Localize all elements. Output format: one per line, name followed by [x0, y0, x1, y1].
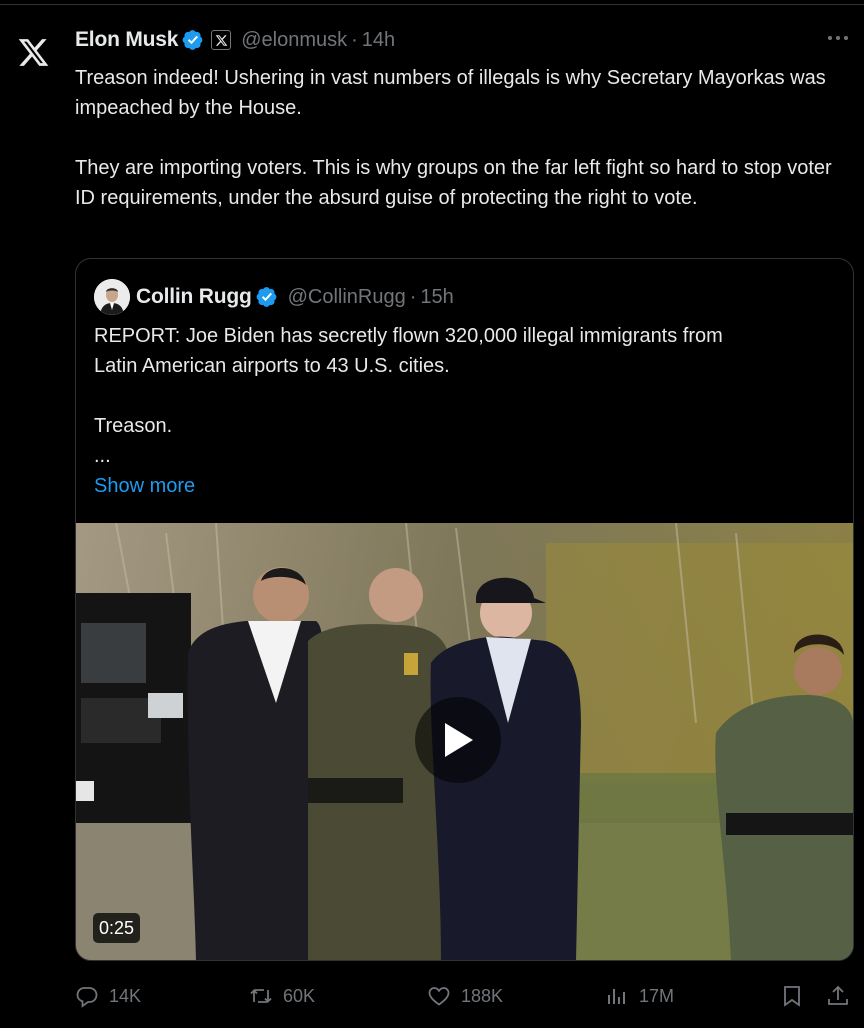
- reply-icon: [76, 987, 98, 1008]
- quote-text: REPORT: Joe Biden has secretly flown 320…: [94, 321, 834, 501]
- like-icon: [428, 987, 450, 1006]
- play-button[interactable]: [415, 697, 501, 783]
- play-icon: [445, 723, 473, 757]
- quote-author-name[interactable]: Collin Rugg: [136, 285, 252, 309]
- top-divider: [0, 4, 864, 5]
- share-icon: [828, 985, 848, 1005]
- like-button[interactable]: 188K: [427, 980, 503, 1012]
- repost-icon: [250, 989, 272, 1003]
- quote-line: Latin American airports to 43 U.S. citie…: [94, 355, 450, 377]
- reply-button[interactable]: 14K: [75, 980, 141, 1012]
- author-name[interactable]: Elon Musk: [75, 28, 178, 52]
- quote-author-handle[interactable]: @CollinRugg: [288, 286, 406, 309]
- video-thumbnail[interactable]: 0:25: [76, 523, 853, 960]
- verified-badge-icon: [182, 30, 203, 50]
- bookmark-button[interactable]: [780, 980, 804, 1012]
- video-duration: 0:25: [93, 913, 141, 943]
- tweet-paragraph: They are importing voters. This is why g…: [75, 157, 832, 209]
- x-affiliate-icon: [215, 34, 228, 46]
- action-bar: 14K 60K 188K 17M: [75, 980, 855, 1012]
- views-count: 17M: [639, 985, 675, 1006]
- quote-timestamp[interactable]: 15h: [420, 286, 453, 309]
- quote-line: REPORT: Joe Biden has secretly flown 320…: [94, 325, 723, 347]
- repost-button[interactable]: 60K: [249, 980, 315, 1012]
- share-button[interactable]: [826, 980, 850, 1012]
- quote-header: Collin Rugg @CollinRugg · 15h: [94, 279, 454, 315]
- quote-ellipsis: ...: [94, 445, 111, 467]
- tweet-header: Elon Musk @elonmusk · 14h: [75, 26, 395, 54]
- bookmark-icon: [784, 986, 800, 1007]
- reply-count: 14K: [109, 985, 142, 1006]
- verified-badge-icon: [256, 287, 277, 307]
- affiliate-badge[interactable]: [211, 30, 232, 50]
- views-button[interactable]: 17M: [605, 980, 674, 1012]
- show-more-link[interactable]: Show more: [94, 471, 834, 501]
- quote-line: Treason.: [94, 415, 173, 437]
- timestamp[interactable]: 14h: [362, 29, 395, 52]
- like-count: 188K: [461, 985, 504, 1006]
- more-icon[interactable]: [826, 30, 850, 46]
- repost-count: 60K: [283, 985, 316, 1006]
- tweet-text: Treason indeed! Ushering in vast numbers…: [75, 63, 855, 213]
- views-icon: [608, 989, 625, 1004]
- separator: ·: [351, 28, 358, 51]
- x-logo-icon[interactable]: [17, 36, 50, 69]
- separator: ·: [409, 285, 417, 308]
- author-handle[interactable]: @elonmusk: [241, 29, 347, 52]
- tweet-paragraph: Treason indeed! Ushering in vast numbers…: [75, 67, 826, 119]
- quoted-tweet[interactable]: Collin Rugg @CollinRugg · 15h REPORT: Jo…: [75, 258, 854, 961]
- avatar[interactable]: [94, 279, 130, 315]
